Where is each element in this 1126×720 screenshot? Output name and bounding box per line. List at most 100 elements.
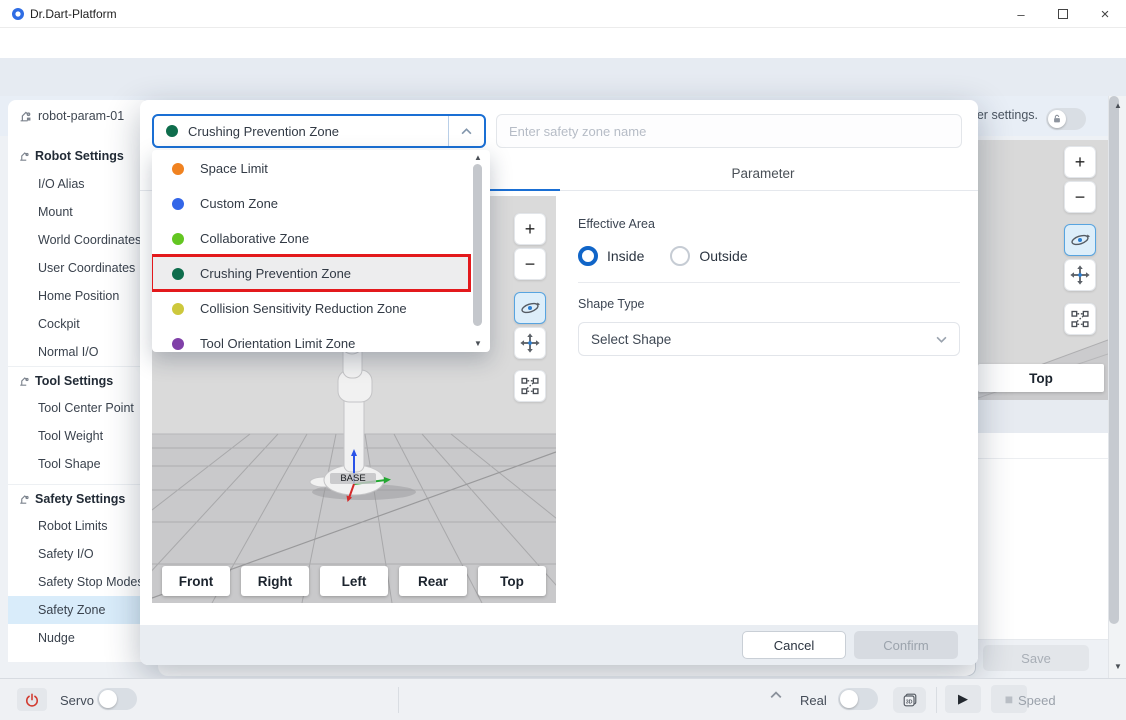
zone-color-dot [172, 302, 184, 315]
chevron-down-icon [936, 336, 947, 343]
zone-type-select[interactable]: Crushing Prevention Zone [152, 114, 486, 148]
robot-icon [18, 150, 30, 162]
maximize-button[interactable] [1046, 4, 1080, 24]
rotate-view-button[interactable] [514, 292, 546, 324]
zone-color-dot [172, 232, 184, 245]
save-button[interactable]: Save [983, 645, 1089, 671]
play-button[interactable]: ▶ [945, 685, 981, 713]
main-scrollbar[interactable]: ▲ ▼ [1108, 96, 1126, 678]
expand-dock-chevron-icon[interactable] [770, 691, 782, 699]
dropdown-item-custom-zone[interactable]: Custom Zone [152, 186, 468, 221]
zoom-in-button[interactable]: + [514, 213, 546, 245]
highlight-red-frame [152, 254, 471, 292]
zone-color-dot [172, 337, 184, 350]
zoom-in-button[interactable]: + [1064, 146, 1096, 178]
right-panel-body [978, 433, 1108, 640]
maximize-icon [1058, 9, 1068, 19]
scroll-up-icon[interactable]: ▲ [468, 153, 488, 162]
pan-view-button[interactable] [514, 327, 546, 359]
sidebar: Robot Settings I/O Alias Mount World Coo… [8, 132, 150, 662]
confirm-button[interactable]: Confirm [854, 631, 958, 659]
servo-label: Servo [60, 693, 94, 708]
app-logo-icon [11, 7, 25, 21]
robot-icon [18, 109, 32, 123]
dropdown-scrollbar[interactable]: ▲ ▼ [468, 150, 488, 352]
cancel-button[interactable]: Cancel [742, 631, 846, 659]
shape-type-select[interactable]: Select Shape [578, 322, 960, 356]
sidebar-item-tool-weight[interactable]: Tool Weight [8, 422, 150, 450]
minimize-button[interactable]: – [1004, 4, 1038, 24]
sidebar-item-cockpit[interactable]: Cockpit [8, 310, 150, 338]
bottombar-divider [936, 687, 937, 713]
scroll-up-icon[interactable]: ▲ [1109, 101, 1126, 110]
sidebar-item-world-coordinates[interactable]: World Coordinates [8, 226, 150, 254]
zone-color-dot [172, 197, 184, 210]
sidebar-item-robot-limits[interactable]: Robot Limits [8, 512, 150, 540]
3d-view-button[interactable]: 3D [893, 687, 926, 713]
sidebar-item-user-coordinates[interactable]: User Coordinates [8, 254, 150, 282]
sidebar-item-home-position[interactable]: Home Position [8, 282, 150, 310]
app-title: Dr.Dart-Platform [30, 7, 117, 21]
sidebar-item-tool-shape[interactable]: Tool Shape [8, 450, 150, 478]
speed-label: Speed [1018, 693, 1056, 708]
svg-text:3D: 3D [905, 700, 912, 706]
sidebar-section-safety-settings: Safety Settings [8, 484, 150, 512]
view-left-button[interactable]: Left [320, 566, 388, 596]
base-frame-label: BASE [330, 473, 376, 484]
zone-type-dropdown-list: Space Limit Custom Zone Collaborative Zo… [152, 150, 490, 352]
dropdown-item-space-limit[interactable]: Space Limit [152, 151, 468, 186]
servo-toggle[interactable] [97, 688, 137, 710]
radio-inside[interactable] [578, 246, 598, 266]
bottom-status-bar: Servo Supervisor Manual [0, 678, 1126, 720]
zone-color-dot [172, 162, 184, 175]
real-mode-label: Real [800, 693, 827, 708]
view-top-button[interactable]: Top [978, 364, 1104, 392]
lock-icon [1052, 114, 1062, 124]
tab-strip: Home × Robot Parameters × [0, 58, 1126, 154]
real-toggle[interactable] [838, 688, 878, 710]
dropdown-item-collision-sensitivity-reduction-zone[interactable]: Collision Sensitivity Reduction Zone [152, 291, 468, 326]
sidebar-item-normal-io[interactable]: Normal I/O [8, 338, 150, 366]
sidebar-item-nudge[interactable]: Nudge [8, 624, 150, 652]
radio-inside-label: Inside [607, 248, 645, 264]
scroll-down-icon[interactable]: ▼ [468, 339, 488, 348]
zone-name-input[interactable] [496, 114, 962, 148]
view-rear-button[interactable]: Rear [399, 566, 467, 596]
app-window: Dr.Dart-Platform – × Manual Servo Off ro… [0, 0, 1126, 720]
sidebar-section-robot-settings: Robot Settings [8, 142, 150, 170]
dropdown-scrollbar-thumb[interactable] [473, 164, 482, 326]
radio-outside[interactable] [670, 246, 691, 266]
sidebar-item-safety-io[interactable]: Safety I/O [8, 540, 150, 568]
measure-button[interactable] [514, 370, 546, 402]
chevron-up-icon [448, 116, 484, 146]
pan-view-button[interactable] [1064, 259, 1096, 291]
edit-lock-toggle[interactable] [1046, 108, 1086, 130]
radio-outside-label: Outside [699, 248, 748, 264]
dropdown-item-tool-orientation-limit-zone[interactable]: Tool Orientation Limit Zone [152, 326, 468, 352]
scrollbar-thumb[interactable] [1109, 96, 1119, 624]
view-top-button[interactable]: Top [478, 566, 546, 596]
sidebar-item-tool-center-point[interactable]: Tool Center Point [8, 394, 150, 422]
measure-button[interactable] [1064, 303, 1096, 335]
right-panel-band [978, 400, 1108, 433]
robot-icon [18, 493, 30, 505]
view-right-button[interactable]: Right [241, 566, 309, 596]
rotate-view-button[interactable] [1064, 224, 1096, 256]
sidebar-header-robot-param[interactable]: robot-param-01 [8, 100, 150, 132]
form-divider [578, 282, 960, 283]
close-button[interactable]: × [1088, 4, 1122, 24]
sidebar-item-mount[interactable]: Mount [8, 198, 150, 226]
sidebar-item-io-alias[interactable]: I/O Alias [8, 170, 150, 198]
sidebar-item-safety-stop-modes[interactable]: Safety Stop Modes [8, 568, 150, 596]
zoom-out-button[interactable]: − [514, 248, 546, 280]
power-button[interactable] [17, 688, 47, 711]
title-bar: Dr.Dart-Platform – × [0, 0, 1126, 28]
sidebar-item-safety-zone[interactable]: Safety Zone [8, 596, 150, 624]
dropdown-item-collaborative-zone[interactable]: Collaborative Zone [152, 221, 468, 256]
zoom-out-button[interactable]: − [1064, 181, 1096, 213]
dialog-tab-parameter[interactable]: Parameter [560, 155, 966, 191]
robot-icon [18, 375, 30, 387]
shape-type-label: Shape Type [578, 297, 645, 311]
scroll-down-icon[interactable]: ▼ [1109, 662, 1126, 671]
view-front-button[interactable]: Front [162, 566, 230, 596]
